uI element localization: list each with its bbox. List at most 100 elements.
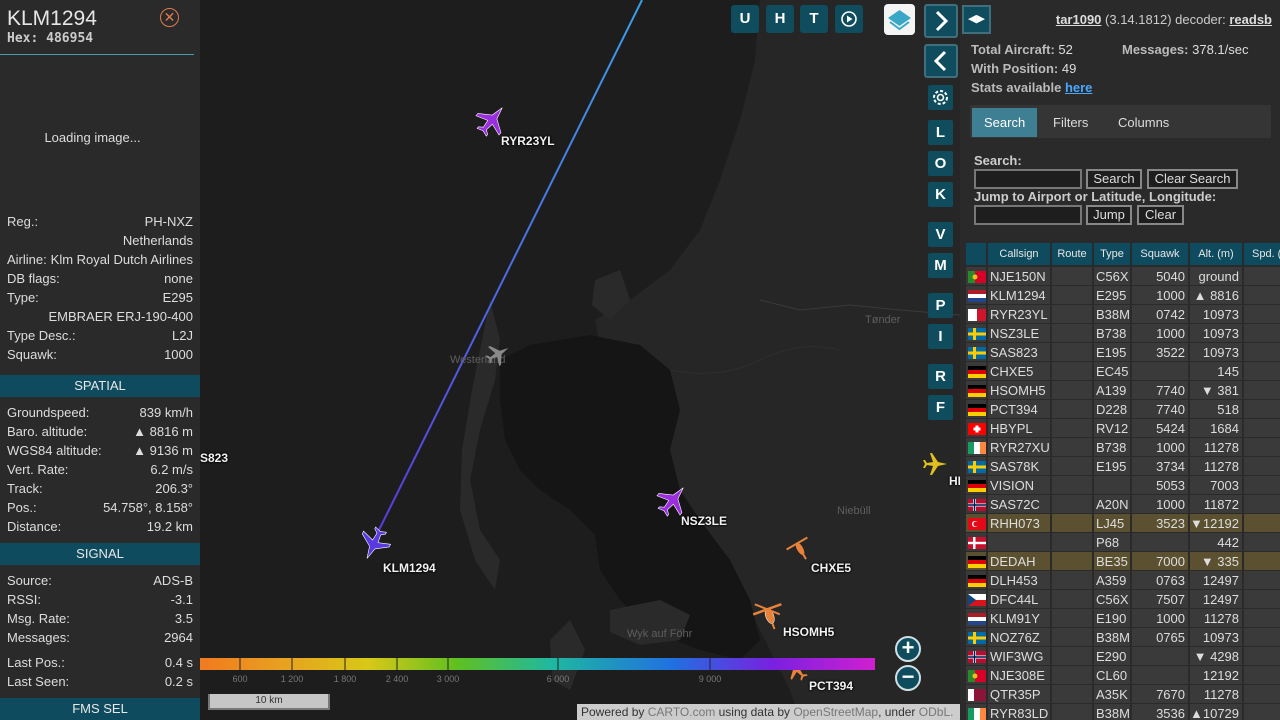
aircraft-label-hi[interactable]: HI — [949, 474, 960, 488]
map-view[interactable]: Westerland Tønder Niebüll Wyk auf Föhr R… — [200, 0, 960, 720]
squawk-cell: 3734 — [1132, 457, 1188, 475]
tab-filters[interactable]: Filters — [1041, 108, 1100, 137]
aircraft-icon-hsomh5[interactable] — [751, 596, 787, 632]
toggle-p-button[interactable]: P — [928, 293, 953, 318]
zoom-in-button[interactable]: + — [895, 636, 921, 662]
aircraft-label-klm1294[interactable]: KLM1294 — [383, 561, 436, 575]
column-header[interactable]: Route — [1052, 243, 1092, 265]
pos-value: 49 — [1061, 61, 1077, 76]
column-header[interactable]: Spd. (km — [1244, 243, 1280, 265]
table-row[interactable]: HBYPL RV12 5424 1684 — [966, 419, 1280, 438]
readsb-link[interactable]: readsb — [1229, 12, 1272, 27]
toggle-k-button[interactable]: K — [928, 182, 953, 207]
table-row[interactable]: PCT394 D228 7740 518 — [966, 400, 1280, 419]
info-key: Baro. altitude: — [7, 424, 88, 439]
toggle-f-button[interactable]: F — [928, 395, 953, 420]
clear-search-button[interactable]: Clear Search — [1147, 169, 1238, 189]
aircraft-label-sas823[interactable]: S823 — [200, 451, 228, 465]
table-row[interactable]: CHXE5 EC45 145 — [966, 362, 1280, 381]
info-value: 54.758°, 8.158° — [103, 500, 193, 515]
section-spatial[interactable]: SPATIAL — [0, 375, 200, 397]
toggle-panel-button[interactable]: ◀▶ — [962, 5, 991, 34]
table-row[interactable]: NJE308E CL60 12192 — [966, 666, 1280, 685]
layers-button[interactable] — [884, 4, 915, 35]
aircraft-icon-grey[interactable] — [484, 340, 512, 368]
toggle-i-button[interactable]: I — [928, 324, 953, 349]
table-row[interactable]: HSOMH5 A139 7740 ▼ 381 — [966, 381, 1280, 400]
aircraft-icon-yellow[interactable] — [920, 450, 950, 478]
selected-hex: Hex: 486954 — [7, 31, 94, 46]
toggle-r-button[interactable]: R — [928, 364, 953, 389]
osm-link[interactable]: OpenStreetMap — [793, 705, 878, 719]
squawk-cell: 3522 — [1132, 343, 1188, 361]
clear-jump-button[interactable]: Clear — [1137, 205, 1184, 225]
tab-columns[interactable]: Columns — [1106, 108, 1181, 137]
carto-link[interactable]: CARTO.com — [648, 705, 716, 719]
jump-input[interactable] — [974, 205, 1082, 225]
close-icon[interactable]: ✕ — [160, 8, 179, 27]
expand-sidebar-button[interactable] — [924, 4, 958, 38]
aircraft-label-pct394[interactable]: PCT394 — [809, 679, 853, 693]
table-row[interactable]: DFC44L C56X 7507 12497 — [966, 590, 1280, 609]
tar1090-link[interactable]: tar1090 — [1056, 12, 1102, 27]
toggle-u-button[interactable]: U — [731, 5, 759, 33]
search-input[interactable] — [974, 169, 1082, 189]
aircraft-icon-klm1294[interactable] — [356, 526, 392, 562]
table-row[interactable]: KLM1294 E295 1000 ▲ 8816 — [966, 286, 1280, 305]
column-header[interactable]: Squawk — [1132, 243, 1188, 265]
replay-button[interactable] — [835, 5, 863, 33]
tab-search[interactable]: Search — [972, 108, 1038, 137]
stats-link[interactable]: here — [1065, 80, 1092, 95]
search-button[interactable]: Search — [1086, 169, 1142, 189]
toggle-l-button[interactable]: L — [928, 120, 953, 145]
toggle-o-button[interactable]: O — [928, 151, 953, 176]
table-row[interactable]: DLH453 A359 0763 12497 — [966, 571, 1280, 590]
table-row[interactable]: NOZ76Z B38M 0765 10973 — [966, 628, 1280, 647]
toggle-t-button[interactable]: T — [800, 5, 828, 33]
aircraft-label-hsomh5[interactable]: HSOMH5 — [783, 625, 834, 639]
aircraft-label-ryr23yl[interactable]: RYR23YL — [501, 134, 555, 148]
collapse-sidebar-button[interactable] — [924, 44, 958, 78]
aircraft-icon-nsz3le[interactable] — [655, 482, 691, 518]
table-row[interactable]: RYR23YL B38M 0742 10973 — [966, 305, 1280, 324]
column-header[interactable]: Alt. (m) — [1190, 243, 1242, 265]
table-row[interactable]: SAS823 E195 3522 10973 — [966, 343, 1280, 362]
table-row[interactable]: NJE150N C56X 5040 ground — [966, 267, 1280, 286]
squawk-cell: 3536 — [1132, 704, 1188, 720]
callsign-cell: PCT394 — [988, 400, 1050, 418]
flag-cell — [966, 628, 986, 646]
alt-cell: 518 — [1190, 400, 1242, 418]
aircraft-label-chxe5[interactable]: CHXE5 — [811, 561, 851, 575]
column-header[interactable]: Type — [1094, 243, 1130, 265]
table-row[interactable]: VISION 5053 7003 — [966, 476, 1280, 495]
toggle-m-button[interactable]: M — [928, 253, 953, 278]
toggle-v-button[interactable]: V — [928, 222, 953, 247]
section-fms-sel[interactable]: FMS SEL — [0, 698, 200, 720]
zoom-out-button[interactable]: − — [895, 665, 921, 691]
table-row[interactable]: WIF3WG E290 ▼ 4298 — [966, 647, 1280, 666]
table-row[interactable]: KLM91Y E190 1000 11278 — [966, 609, 1280, 628]
settings-button[interactable] — [928, 85, 953, 110]
table-row[interactable]: SAS78K E195 3734 11278 — [966, 457, 1280, 476]
jump-button[interactable]: Jump — [1086, 205, 1132, 225]
table-row[interactable]: RYR27XU B738 1000 11278 — [966, 438, 1280, 457]
pos-label: With Position: — [971, 61, 1059, 76]
table-row[interactable]: RHH073 LJ45 3523 ▼12192 — [966, 514, 1280, 533]
table-row[interactable]: P68 442 — [966, 533, 1280, 552]
toggle-h-button[interactable]: H — [766, 5, 794, 33]
table-row[interactable]: RYR83LD B38M 3536 ▲10729 — [966, 704, 1280, 720]
table-row[interactable]: NSZ3LE B738 1000 10973 — [966, 324, 1280, 343]
info-key: Last Seen: — [7, 674, 70, 689]
flag-nl-icon — [968, 613, 986, 625]
aircraft-icon-chxe5[interactable] — [784, 532, 814, 562]
table-row[interactable]: DEDAH BE35 7000 ▼ 335 — [966, 552, 1280, 571]
table-row[interactable]: SAS72C A20N 1000 11872 — [966, 495, 1280, 514]
aircraft-icon-ryr23yl[interactable] — [474, 102, 510, 138]
section-signal[interactable]: SIGNAL — [0, 543, 200, 565]
odbl-link[interactable]: ODbL. — [919, 705, 954, 719]
aircraft-label-nsz3le[interactable]: NSZ3LE — [681, 514, 727, 528]
column-header[interactable]: Callsign — [988, 243, 1050, 265]
messages-value: 378.1/sec — [1192, 42, 1249, 57]
alt-cell: ▼ 335 — [1190, 552, 1242, 570]
table-row[interactable]: QTR35P A35K 7670 11278 — [966, 685, 1280, 704]
